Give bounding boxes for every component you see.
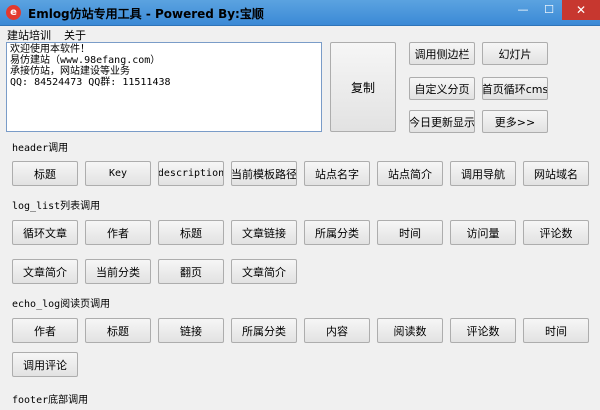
log-list-current-category-button[interactable]: 当前分类 (85, 259, 151, 284)
log-list-pagination-button[interactable]: 翻页 (158, 259, 224, 284)
log-list-summary-2-button[interactable]: 文章简介 (231, 259, 297, 284)
echo-log-comments-button[interactable]: 评论数 (450, 318, 516, 343)
close-button[interactable]: ✕ (562, 0, 600, 20)
custom-pagination-button[interactable]: 自定义分页 (409, 77, 475, 100)
header-domain-button[interactable]: 网站域名 (523, 161, 589, 186)
menu-item-about[interactable]: 关于 (64, 27, 86, 43)
header-template-path-button[interactable]: 当前模板路径 (231, 161, 297, 186)
echo-log-title-button[interactable]: 标题 (85, 318, 151, 343)
header-description-button[interactable]: description (158, 161, 224, 186)
header-site-intro-button[interactable]: 站点简介 (377, 161, 443, 186)
window-title: Emlog仿站专用工具 - Powered By:宝顺 (28, 7, 264, 21)
slideshow-button[interactable]: 幻灯片 (482, 42, 548, 65)
footer-section-label: footer底部调用 (12, 395, 89, 406)
header-nav-button[interactable]: 调用导航 (450, 161, 516, 186)
sidebar-call-button[interactable]: 调用侧边栏 (409, 42, 475, 65)
log-list-views-button[interactable]: 访问量 (450, 220, 516, 245)
log-list-category-button[interactable]: 所属分类 (304, 220, 370, 245)
echo-log-call-comments-button[interactable]: 调用评论 (12, 352, 78, 377)
log-list-article-link-button[interactable]: 文章链接 (231, 220, 297, 245)
echo-log-link-button[interactable]: 链接 (158, 318, 224, 343)
echo-log-category-button[interactable]: 所属分类 (231, 318, 297, 343)
log-list-title-button[interactable]: 标题 (158, 220, 224, 245)
maximize-button[interactable]: ☐ (536, 0, 562, 20)
menu-bar: 建站培训 关于 (0, 26, 600, 42)
log-list-section-label: log_list列表调用 (12, 201, 101, 212)
more-button[interactable]: 更多>> (482, 110, 548, 133)
log-list-comments-button[interactable]: 评论数 (523, 220, 589, 245)
header-key-button[interactable]: Key (85, 161, 151, 186)
minimize-button[interactable]: — (510, 0, 536, 20)
title-bar: e Emlog仿站专用工具 - Powered By:宝顺 — ☐ ✕ (0, 0, 600, 26)
copy-button[interactable]: 复制 (330, 42, 396, 132)
echo-log-time-button[interactable]: 时间 (523, 318, 589, 343)
app-logo-icon: e (6, 5, 21, 20)
echo-log-section-label: echo_log阅读页调用 (12, 299, 111, 310)
echo-log-content-button[interactable]: 内容 (304, 318, 370, 343)
log-list-loop-articles-button[interactable]: 循环文章 (12, 220, 78, 245)
log-list-summary-button[interactable]: 文章简介 (12, 259, 78, 284)
log-list-time-button[interactable]: 时间 (377, 220, 443, 245)
info-textarea[interactable]: 欢迎使用本软件！ 易仿建站（www.98efang.com） 承接仿站，网站建设… (6, 42, 322, 132)
header-title-button[interactable]: 标题 (12, 161, 78, 186)
log-list-author-button[interactable]: 作者 (85, 220, 151, 245)
today-updates-button[interactable]: 今日更新显示 (409, 110, 475, 133)
home-loop-cms-button[interactable]: 首页循环cms (482, 77, 548, 100)
header-section-label: header调用 (12, 143, 69, 154)
header-site-name-button[interactable]: 站点名字 (304, 161, 370, 186)
echo-log-author-button[interactable]: 作者 (12, 318, 78, 343)
echo-log-reads-button[interactable]: 阅读数 (377, 318, 443, 343)
menu-item-training[interactable]: 建站培训 (7, 27, 51, 43)
